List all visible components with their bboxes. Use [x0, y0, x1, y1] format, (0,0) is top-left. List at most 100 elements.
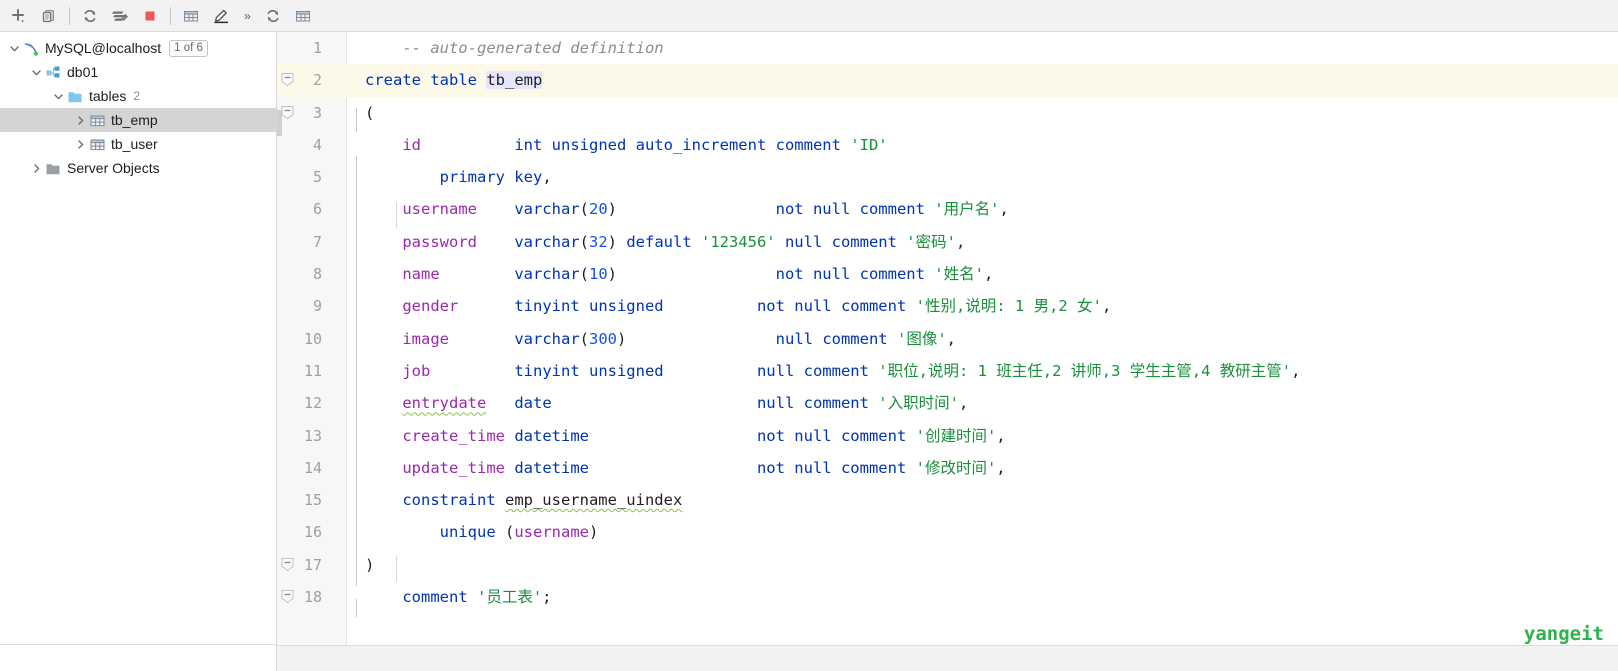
code-token: emp_username_uindex	[504, 491, 683, 510]
code-token: )	[365, 555, 375, 574]
duplicate-icon[interactable]	[34, 3, 64, 29]
code-token: primary key	[439, 168, 543, 187]
code-line-text[interactable]: constraint emp_username_uindex	[365, 484, 682, 516]
line-number: 10	[303, 329, 322, 348]
code-token: ,	[1101, 297, 1112, 316]
code-token: unique	[439, 523, 505, 542]
code-token: (	[579, 232, 589, 251]
sidebar-item-label: tb_emp	[111, 112, 158, 128]
sidebar-item-server-objects[interactable]: Server Objects	[0, 156, 276, 180]
code-line[interactable]: 7 password varchar(32) default '123456' …	[277, 226, 1618, 258]
code-token: create table	[365, 71, 487, 90]
line-number: 14	[303, 458, 322, 477]
code-line[interactable]: 2 create table tb_emp	[277, 64, 1618, 97]
chevron-right-icon[interactable]	[28, 160, 44, 176]
sidebar-item-tb-user[interactable]: tb_user	[0, 132, 276, 156]
code-token: ,	[958, 394, 969, 413]
code-token: ,	[983, 265, 994, 284]
editor-code-area[interactable]: 1 -- auto-generated definition 2 create t…	[277, 32, 1618, 645]
code-line[interactable]: 1 -- auto-generated definition	[277, 32, 1618, 64]
code-line-text[interactable]: image varchar(300) null comment '图像',	[365, 323, 956, 355]
code-token: id	[402, 135, 421, 154]
code-token: not null comment	[756, 426, 916, 445]
code-token: ,	[1291, 361, 1301, 380]
sidebar-item-label: MySQL@localhost	[45, 40, 162, 56]
code-line-text[interactable]: create table tb_emp	[365, 64, 543, 96]
run-script-icon[interactable]	[105, 3, 135, 29]
code-line-text[interactable]: entrydate date null comment '入职时间',	[365, 387, 968, 419]
code-line[interactable]: 6 username varchar(20) not null comment …	[277, 193, 1618, 225]
chevron-right-icon[interactable]	[72, 136, 88, 152]
code-line-text[interactable]: unique (username)	[365, 516, 599, 548]
code-line-text[interactable]: )	[365, 549, 374, 581]
code-line[interactable]: 13 create_time datetime not null comment…	[277, 420, 1618, 452]
code-line[interactable]: 4 id int unsigned auto_increment comment…	[277, 129, 1618, 161]
code-line[interactable]: 9 gender tinyint unsigned not null comme…	[277, 290, 1618, 322]
fold-end-icon[interactable]	[280, 557, 295, 572]
code-line-text[interactable]: primary key,	[365, 161, 552, 193]
add-icon[interactable]	[4, 3, 34, 29]
sidebar-item-tb-emp[interactable]: tb_emp	[0, 108, 276, 132]
main-toolbar: »	[0, 0, 1618, 32]
table-view-icon[interactable]	[176, 3, 206, 29]
fold-collapse-icon[interactable]	[280, 72, 295, 87]
code-line-text[interactable]: comment '员工表';	[365, 581, 551, 613]
code-line[interactable]: 5 primary key,	[277, 161, 1618, 193]
code-line[interactable]: 10 image varchar(300) null comment '图像',	[277, 323, 1618, 355]
edit-pencil-icon[interactable]	[206, 3, 236, 29]
code-line-text[interactable]: (	[365, 97, 374, 129]
code-line-text[interactable]: create_time datetime not null comment '创…	[365, 420, 1005, 452]
code-token: datetime	[514, 426, 589, 445]
code-line-text[interactable]: password varchar(32) default '123456' nu…	[365, 226, 965, 258]
code-line[interactable]: 16 unique (username)	[277, 516, 1618, 548]
code-line[interactable]: 17 )	[277, 549, 1618, 581]
code-token: '123456'	[700, 232, 776, 251]
code-line[interactable]: 15 constraint emp_username_uindex	[277, 484, 1618, 516]
chevron-down-icon[interactable]	[6, 40, 22, 56]
code-line-text[interactable]: username varchar(20) not null comment '用…	[365, 193, 1008, 225]
refresh-data-icon[interactable]	[258, 3, 288, 29]
sidebar-item-label: db01	[67, 64, 99, 80]
chevron-down-icon[interactable]	[50, 88, 66, 104]
code-line[interactable]: 8 name varchar(10) not null comment '姓名'…	[277, 258, 1618, 290]
code-line[interactable]: 12 entrydate date null comment '入职时间',	[277, 387, 1618, 419]
code-line-text[interactable]: job tinyint unsigned null comment '职位,说明…	[365, 355, 1300, 387]
stop-icon[interactable]	[135, 3, 165, 29]
line-number: 11	[303, 361, 322, 380]
chevron-down-icon[interactable]	[28, 64, 44, 80]
code-token: )	[607, 232, 627, 251]
code-line[interactable]: 3 (	[277, 97, 1618, 129]
chevron-right-icon[interactable]	[72, 112, 88, 128]
code-line[interactable]: 11 job tinyint unsigned null comment '职位…	[277, 355, 1618, 387]
grid-icon[interactable]	[288, 3, 318, 29]
refresh-icon[interactable]	[75, 3, 105, 29]
editor-scroll-area[interactable]: 1 -- auto-generated definition 2 create t…	[277, 32, 1618, 645]
code-line-text[interactable]: update_time datetime not null comment '修…	[365, 452, 1005, 484]
code-line-text[interactable]: gender tinyint unsigned not null comment…	[365, 290, 1111, 322]
code-line[interactable]: 18 comment '员工表';	[277, 581, 1618, 613]
table-icon	[88, 112, 107, 128]
code-line[interactable]: 14 update_time datetime not null comment…	[277, 452, 1618, 484]
code-line-text[interactable]: -- auto-generated definition	[365, 32, 663, 64]
code-line-text[interactable]: id int unsigned auto_increment comment '…	[365, 129, 887, 161]
more-actions-chevron-icon[interactable]: »	[236, 3, 258, 29]
sql-editor[interactable]: 1 -- auto-generated definition 2 create t…	[277, 32, 1618, 645]
code-line-text[interactable]: name varchar(10) not null comment '姓名',	[365, 258, 993, 290]
sidebar-item-tables[interactable]: tables 2	[0, 84, 276, 108]
sidebar-item-mysql-localhost[interactable]: MySQL@localhost 1 of 6	[0, 36, 276, 60]
fold-end-icon[interactable]	[280, 589, 295, 604]
fold-collapse-icon[interactable]	[280, 105, 295, 120]
sidebar-item-db01[interactable]: db01	[0, 60, 276, 84]
